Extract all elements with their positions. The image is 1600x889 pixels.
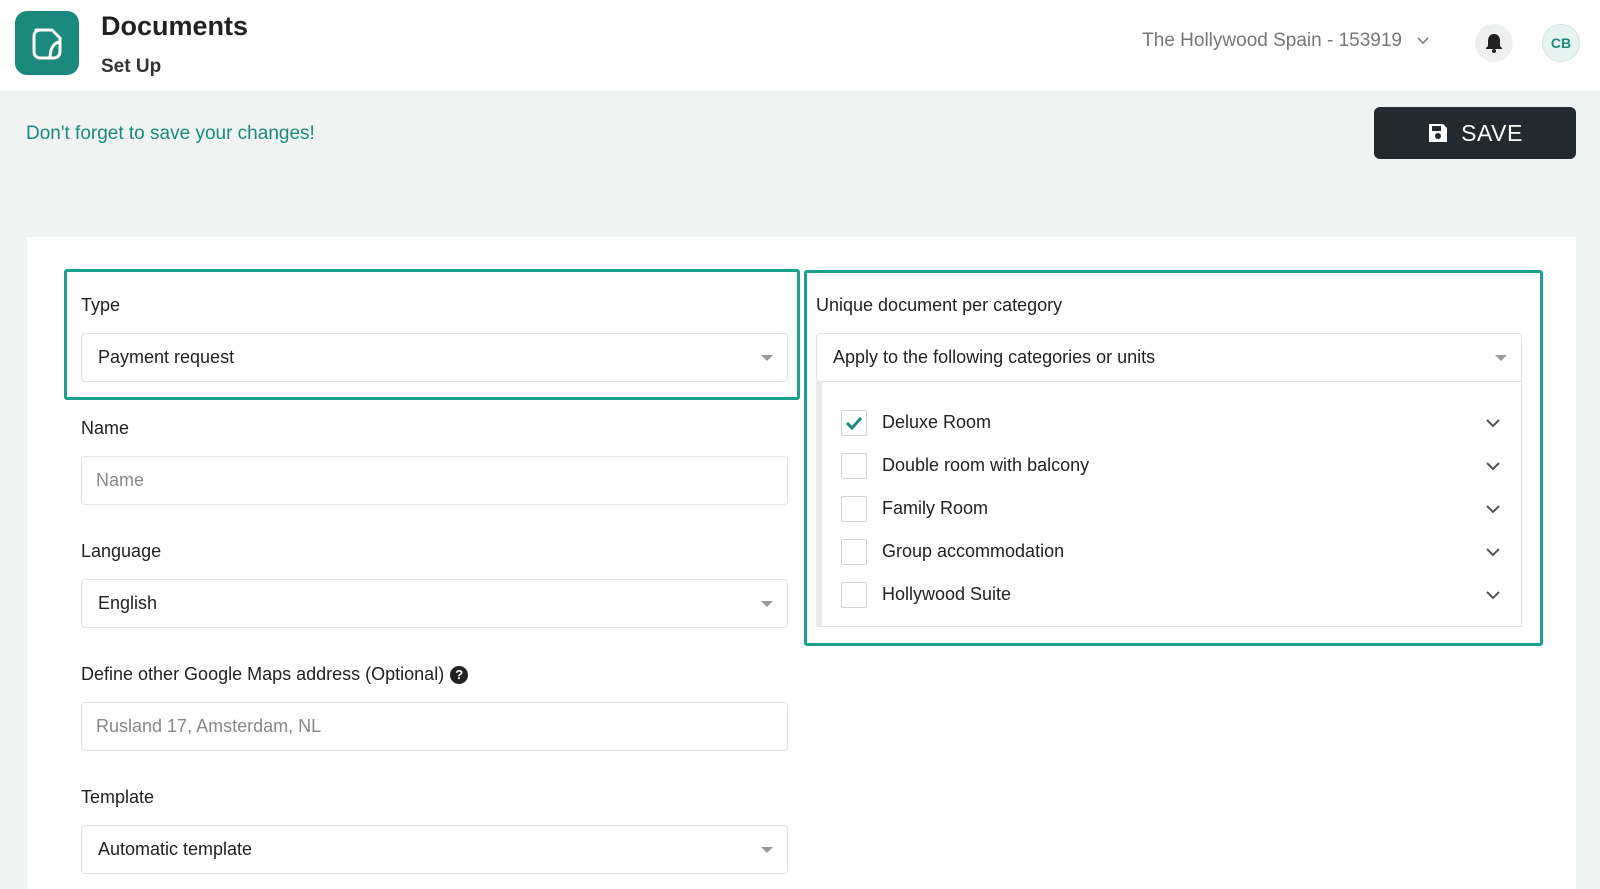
chevron-down-icon[interactable] [1485, 547, 1501, 557]
save-button[interactable]: SAVE [1374, 107, 1576, 159]
top-header: Documents Set Up The Hollywood Spain - 1… [0, 0, 1600, 92]
checkbox[interactable] [841, 495, 867, 522]
chevron-down-icon[interactable] [1485, 590, 1501, 600]
maps-label: Define other Google Maps address (Option… [81, 664, 469, 685]
list-item-label: Family Room [882, 498, 989, 518]
property-selector-label: The Hollywood Spain - 153919 [1142, 30, 1402, 51]
chevron-down-icon[interactable] [1485, 461, 1501, 471]
avatar[interactable]: CB [1542, 24, 1580, 62]
dropdown-caret-icon [1495, 355, 1507, 361]
language-select-value: English [98, 593, 158, 613]
dropdown-caret-icon [761, 355, 773, 361]
type-label: Type [81, 295, 121, 315]
page-title: Documents [101, 11, 249, 41]
list-item-label: Group accommodation [882, 541, 1065, 561]
checkbox[interactable] [841, 581, 867, 608]
list-item-label: Hollywood Suite [882, 584, 1012, 604]
name-field[interactable]: Name [81, 456, 788, 505]
list-item[interactable]: Family Room [822, 487, 1521, 530]
bell-icon [1486, 34, 1502, 53]
document-icon[interactable] [15, 11, 79, 75]
name-label: Name [81, 418, 130, 438]
list-item[interactable]: Double room with balcony [822, 444, 1521, 487]
list-item[interactable]: Hollywood Suite [822, 573, 1521, 616]
save-button-label: SAVE [1461, 119, 1523, 146]
dropdown-caret-icon [761, 601, 773, 607]
category-mode-value: Apply to the following categories or uni… [833, 347, 1156, 367]
checkbox-checked[interactable] [841, 409, 867, 436]
language-select[interactable]: English [81, 579, 788, 628]
template-select-value: Automatic template [98, 839, 253, 859]
checkbox[interactable] [841, 538, 867, 565]
question-circle-icon[interactable]: ? [450, 665, 469, 684]
type-select[interactable]: Payment request [81, 333, 788, 382]
page-subtitle: Set Up [101, 56, 162, 77]
template-select[interactable]: Automatic template [81, 825, 788, 874]
chevron-down-icon [1417, 37, 1429, 45]
language-label: Language [81, 541, 162, 561]
dropdown-caret-icon [761, 847, 773, 853]
template-label: Template [81, 787, 155, 807]
chevron-down-icon[interactable] [1485, 418, 1501, 428]
checkbox[interactable] [841, 452, 867, 479]
type-select-value: Payment request [98, 347, 235, 367]
property-selector[interactable]: The Hollywood Spain - 153919 [1142, 30, 1430, 52]
list-item[interactable]: Deluxe Room [822, 401, 1521, 444]
maps-address-field[interactable]: Rusland 17, Amsterdam, NL [81, 702, 788, 751]
floppy-disk-icon [1429, 124, 1448, 142]
category-mode-select[interactable]: Apply to the following categories or uni… [816, 333, 1522, 382]
notifications-button[interactable] [1475, 24, 1513, 62]
checkmark-icon [845, 416, 863, 430]
unsaved-changes-notice: Don't forget to save your changes! [26, 123, 315, 144]
chevron-down-icon[interactable] [1485, 504, 1501, 514]
category-list: Deluxe Room Double room with balcony Fam… [816, 381, 1522, 627]
categories-label: Unique document per category [816, 295, 1063, 315]
list-item[interactable]: Group accommodation [822, 530, 1521, 573]
list-item-label: Double room with balcony [882, 455, 1090, 475]
maps-label-text: Define other Google Maps address (Option… [81, 664, 445, 684]
list-item-label: Deluxe Room [882, 412, 992, 432]
